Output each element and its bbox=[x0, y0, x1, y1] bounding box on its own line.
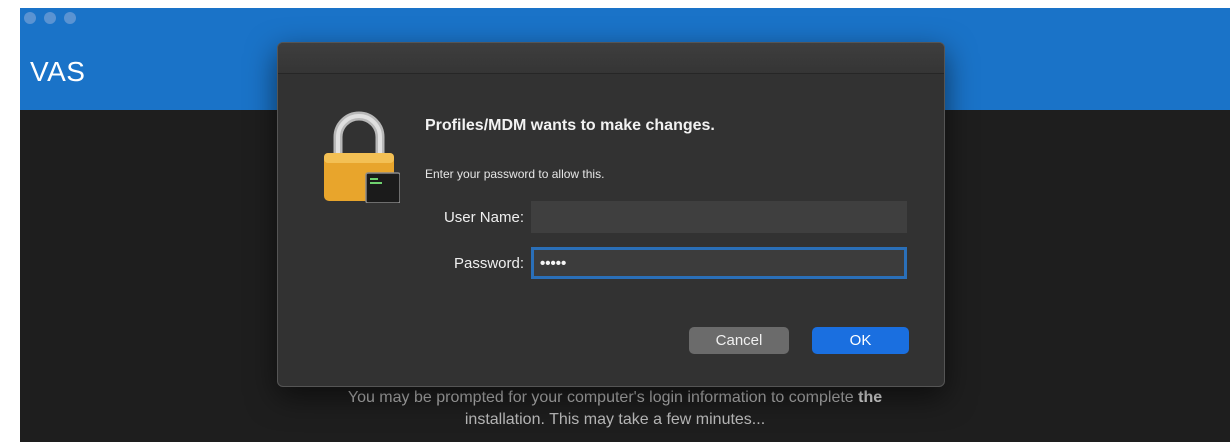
install-message: You may be prompted for your computer's … bbox=[0, 387, 1230, 431]
username-row: User Name: bbox=[378, 201, 907, 233]
ok-button[interactable]: OK bbox=[812, 327, 909, 354]
password-row: Password: bbox=[378, 247, 907, 279]
minimize-window-button[interactable] bbox=[44, 12, 56, 24]
install-message-line1: You may be prompted for your computer's … bbox=[347, 389, 859, 406]
zoom-window-button[interactable] bbox=[64, 12, 76, 24]
cancel-button[interactable]: Cancel bbox=[689, 327, 789, 354]
install-message-bold: the bbox=[858, 389, 883, 406]
terminal-icon bbox=[365, 172, 400, 203]
lock-icon bbox=[324, 111, 400, 203]
password-label: Password: bbox=[453, 254, 524, 272]
dialog-titlebar[interactable] bbox=[278, 43, 944, 74]
dialog-heading: Profiles/MDM wants to make changes. bbox=[425, 117, 715, 134]
auth-dialog: Profiles/MDM wants to make changes. Ente… bbox=[277, 42, 945, 387]
close-window-button[interactable] bbox=[24, 12, 36, 24]
app-title: VAS bbox=[30, 56, 86, 87]
username-field[interactable] bbox=[531, 201, 907, 233]
window-controls bbox=[24, 12, 76, 24]
password-field[interactable] bbox=[531, 247, 907, 279]
username-label: User Name: bbox=[443, 208, 524, 226]
dialog-subtext: Enter your password to allow this. bbox=[425, 167, 605, 181]
install-message-line2: installation. This may take a few minute… bbox=[464, 411, 766, 428]
